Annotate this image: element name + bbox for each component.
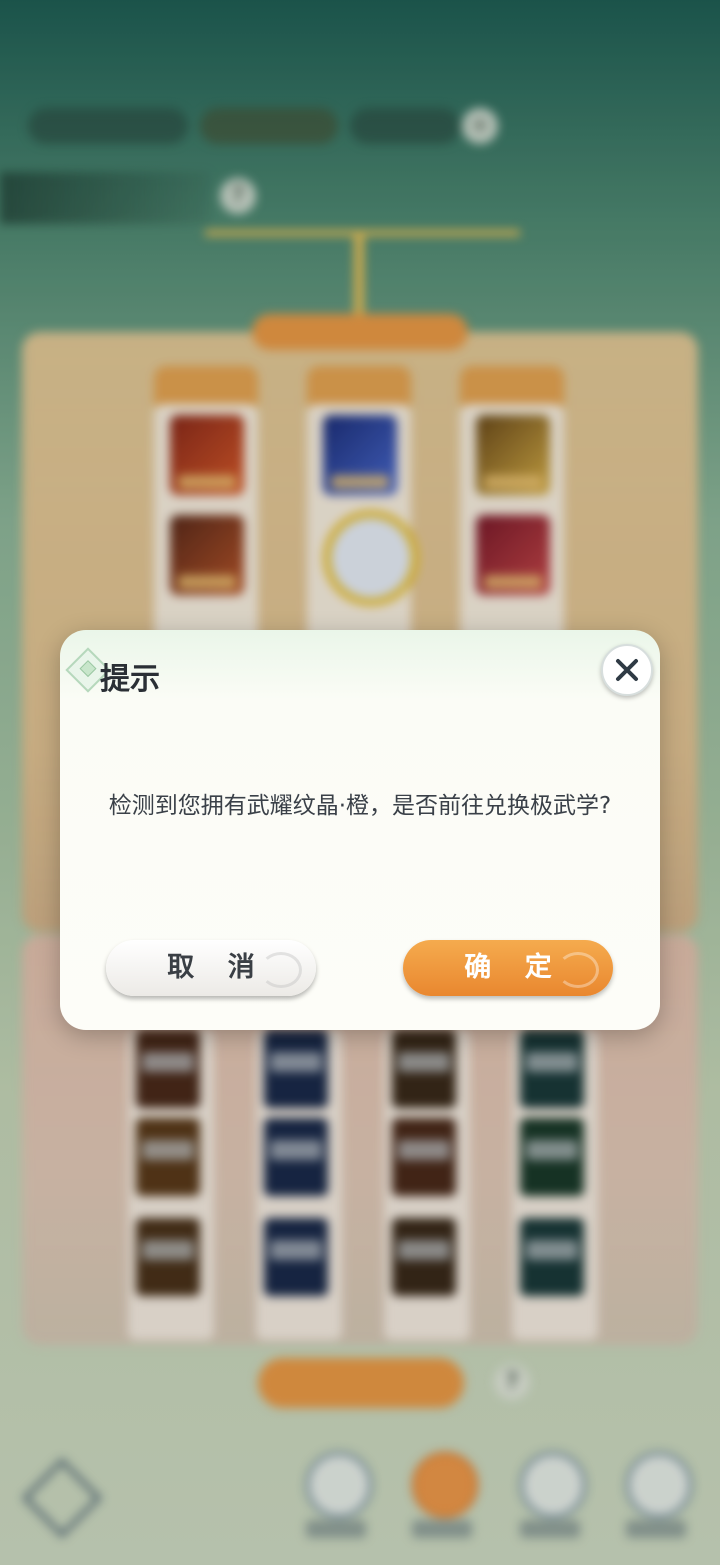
cancel-button[interactable]: 取 消 (106, 940, 316, 996)
confirm-button[interactable]: 确 定 (403, 940, 613, 996)
dialog-message: 检测到您拥有武耀纹晶·橙，是否前往兑换极武学? (108, 793, 612, 819)
cloud-swirl-icon (557, 952, 599, 988)
confirm-button-label: 确 定 (464, 952, 564, 983)
prompt-dialog: 提示 检测到您拥有武耀纹晶·橙，是否前往兑换极武学? 取 消 确 定 (60, 630, 660, 1030)
close-icon (616, 659, 638, 681)
dialog-title: 提示 (100, 662, 160, 697)
cloud-swirl-icon (260, 952, 302, 988)
cancel-button-label: 取 消 (167, 952, 267, 983)
close-button[interactable] (601, 644, 653, 696)
